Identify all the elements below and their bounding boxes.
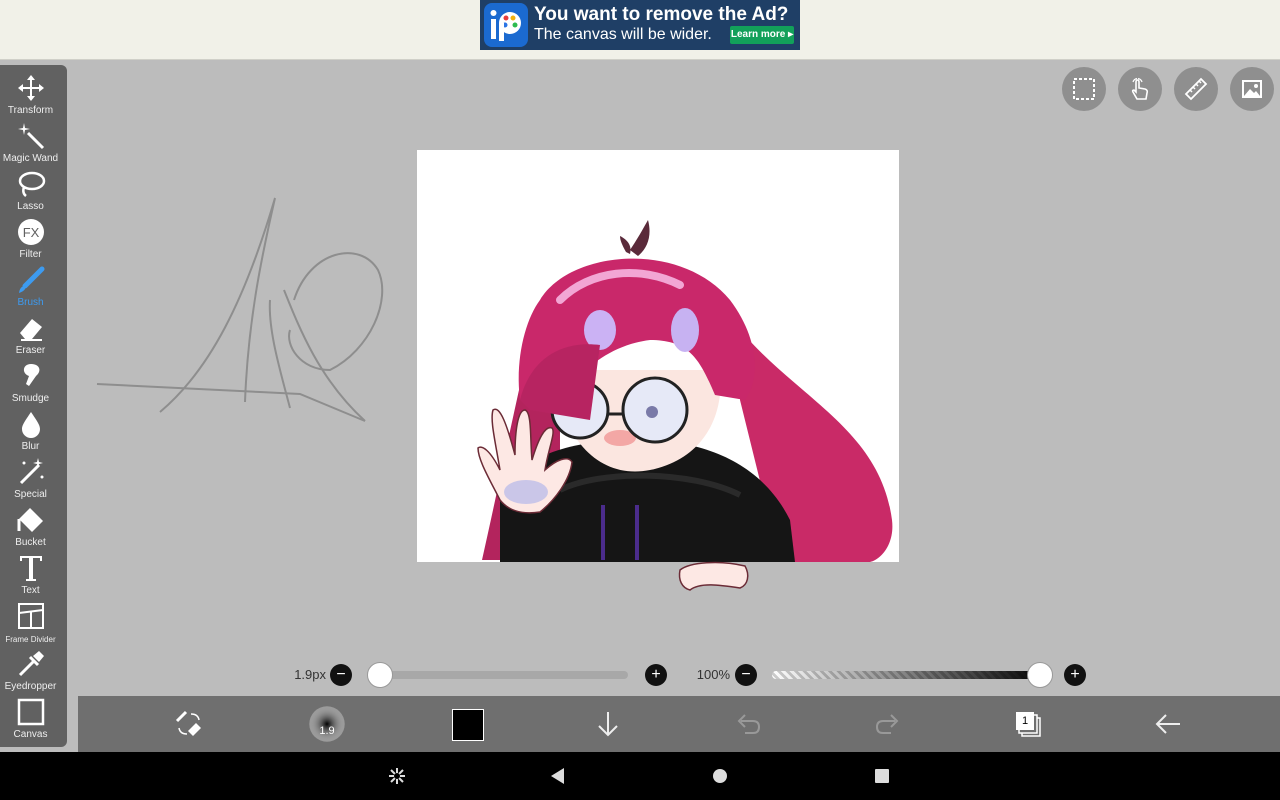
tool-smudge[interactable]: Smudge bbox=[0, 359, 61, 407]
special-wand-icon bbox=[19, 458, 44, 485]
canvas-icon bbox=[17, 698, 45, 726]
back-button[interactable] bbox=[1148, 704, 1188, 744]
brush-icon bbox=[19, 266, 45, 293]
tool-label: Special bbox=[14, 489, 47, 500]
svg-text:FX: FX bbox=[23, 225, 40, 240]
blur-drop-icon bbox=[22, 412, 40, 438]
smudge-icon bbox=[23, 364, 40, 386]
dashed-selection-icon bbox=[1073, 78, 1095, 100]
tool-frame-divider[interactable]: Frame Divider bbox=[0, 599, 61, 647]
tool-label: Magic Wand bbox=[2, 153, 59, 164]
tool-label: Lasso bbox=[17, 201, 44, 212]
hand-touch-icon bbox=[1131, 77, 1149, 100]
color-picker-button[interactable] bbox=[448, 704, 488, 744]
tool-transform[interactable]: Transform bbox=[0, 71, 61, 119]
tool-text[interactable]: Text bbox=[0, 551, 61, 599]
tool-label: Canvas bbox=[13, 729, 48, 740]
brush-size-slider-thumb[interactable] bbox=[367, 662, 393, 688]
bottom-toolbar: 1.9 1 bbox=[78, 696, 1280, 752]
ad-headline: You want to remove the Ad? bbox=[534, 4, 789, 25]
tool-label: Filter bbox=[19, 249, 42, 260]
tool-label: Smudge bbox=[11, 393, 50, 404]
touch-button[interactable] bbox=[1118, 67, 1162, 111]
move-arrows-icon bbox=[18, 75, 44, 101]
signature-stroke bbox=[96, 197, 384, 422]
opacity-increase-button[interactable]: + bbox=[1064, 664, 1086, 686]
opacity-slider-track[interactable] bbox=[772, 671, 1048, 679]
brush-size-slider-track[interactable] bbox=[368, 671, 628, 679]
layers-button[interactable]: 1 bbox=[1008, 704, 1048, 744]
undo-icon bbox=[737, 714, 761, 734]
ad-bar: You want to remove the Ad? The canvas wi… bbox=[0, 0, 1280, 60]
tool-filter[interactable]: FX Filter bbox=[0, 215, 61, 263]
brush-preview-button[interactable]: 1.9 bbox=[307, 704, 347, 744]
bucket-icon bbox=[17, 508, 43, 532]
back-triangle-icon[interactable] bbox=[546, 764, 570, 788]
tool-brush[interactable]: Brush bbox=[0, 263, 61, 311]
tool-label: Blur bbox=[21, 441, 40, 452]
tool-eraser[interactable]: Eraser bbox=[0, 311, 61, 359]
tool-bucket[interactable]: Bucket bbox=[0, 503, 61, 551]
redo-button[interactable] bbox=[868, 704, 908, 744]
redo-icon bbox=[875, 714, 899, 734]
material-download-button[interactable] bbox=[588, 704, 628, 744]
image-icon bbox=[1242, 80, 1262, 98]
text-icon bbox=[20, 556, 42, 581]
home-circle-icon[interactable] bbox=[708, 764, 732, 788]
tool-eyedropper[interactable]: Eyedropper bbox=[0, 647, 61, 695]
tool-label: Brush bbox=[17, 297, 44, 308]
recents-square-icon[interactable] bbox=[870, 764, 894, 788]
selection-button[interactable] bbox=[1062, 67, 1106, 111]
ad-subtext: The canvas will be wider. bbox=[534, 26, 712, 43]
drawing-canvas[interactable] bbox=[417, 150, 899, 562]
ad-banner[interactable]: You want to remove the Ad? The canvas wi… bbox=[480, 0, 800, 50]
tool-label: Eraser bbox=[15, 345, 46, 356]
tool-label: Eyedropper bbox=[4, 681, 57, 692]
system-navigation-bar bbox=[0, 752, 1280, 800]
opacity-decrease-button[interactable]: − bbox=[735, 664, 757, 686]
brush-size-value: 1.9px bbox=[294, 667, 326, 682]
brush-size-decrease-button[interactable]: − bbox=[330, 664, 352, 686]
brush-opacity-value: 100% bbox=[696, 667, 730, 682]
tool-label: Text bbox=[21, 585, 40, 596]
arrow-left-icon bbox=[1155, 714, 1180, 734]
learn-more-button[interactable]: Learn more ▸ bbox=[730, 26, 794, 44]
eyedropper-icon bbox=[18, 651, 44, 677]
fx-filter-icon: FX bbox=[18, 219, 44, 245]
tool-palette: Transform Magic Wand Lasso FX Filter Bru… bbox=[0, 65, 67, 747]
reference-button[interactable] bbox=[1230, 67, 1274, 111]
eraser-icon bbox=[20, 319, 42, 341]
tool-label: Bucket bbox=[15, 537, 46, 548]
tool-special[interactable]: Special bbox=[0, 455, 61, 503]
brush-eraser-toggle-button[interactable] bbox=[169, 704, 209, 744]
layer-count: 1 bbox=[1021, 715, 1029, 727]
ruler-icon bbox=[1184, 77, 1208, 101]
brush-preview-label: 1.9 bbox=[319, 725, 335, 737]
current-color-swatch bbox=[452, 709, 484, 741]
frame-divider-icon bbox=[18, 603, 44, 629]
tool-magic-wand[interactable]: Magic Wand bbox=[0, 119, 61, 167]
tool-blur[interactable]: Blur bbox=[0, 407, 61, 455]
lasso-icon bbox=[18, 171, 46, 197]
ibispaint-logo-icon bbox=[484, 3, 528, 47]
tool-label: Frame Divider bbox=[5, 635, 56, 644]
tool-lasso[interactable]: Lasso bbox=[0, 167, 61, 215]
undo-button[interactable] bbox=[728, 704, 768, 744]
brush-tip-preview-icon bbox=[309, 706, 345, 742]
tool-label: Transform bbox=[7, 105, 54, 116]
magic-wand-icon bbox=[18, 123, 45, 150]
ruler-button[interactable] bbox=[1174, 67, 1218, 111]
arrow-down-icon bbox=[598, 712, 618, 737]
opacity-slider-thumb[interactable] bbox=[1027, 662, 1053, 688]
tool-canvas[interactable]: Canvas bbox=[0, 695, 61, 743]
brush-size-increase-button[interactable]: + bbox=[645, 664, 667, 686]
brush-eraser-swap-icon bbox=[175, 710, 201, 736]
screenshot-icon[interactable] bbox=[385, 764, 409, 788]
